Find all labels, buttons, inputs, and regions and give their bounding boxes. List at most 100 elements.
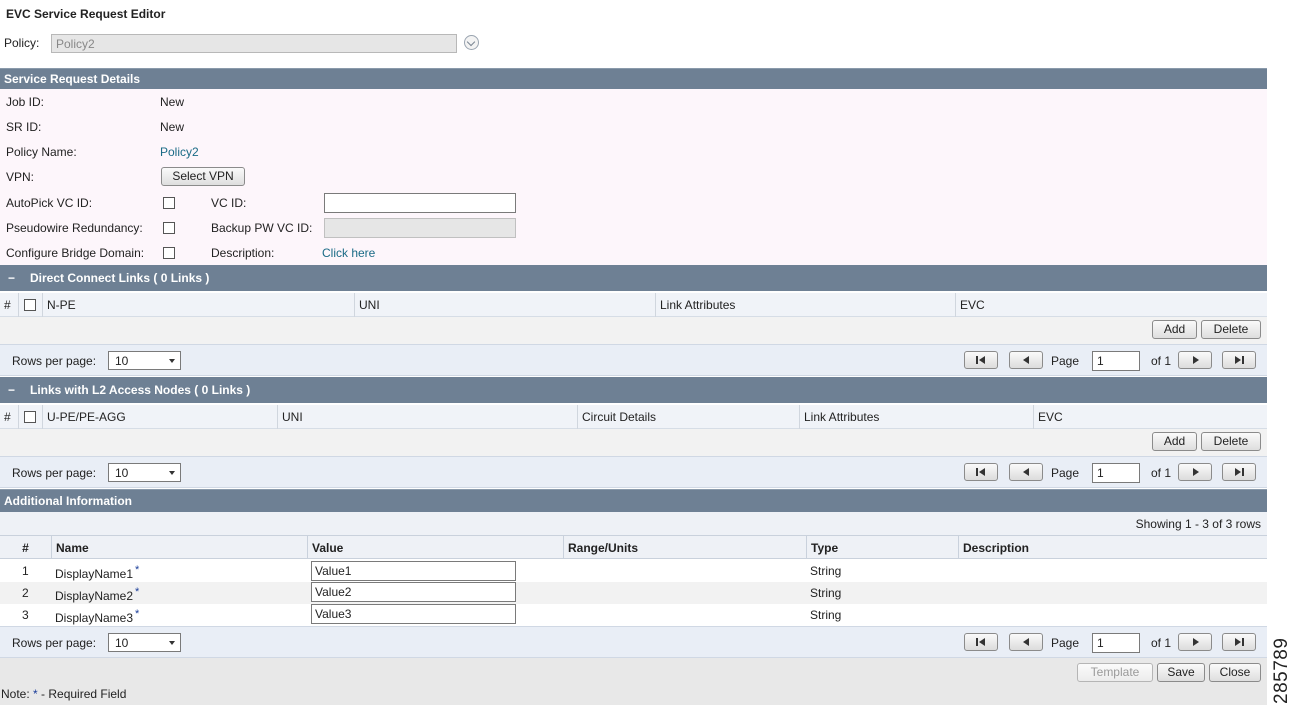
- rows-per-page-select[interactable]: 10: [108, 351, 181, 370]
- additional-information-status-bar: Showing 1 - 3 of 3 rows: [0, 512, 1267, 535]
- pseudowire-redundancy-checkbox[interactable]: [163, 222, 175, 234]
- next-page-button[interactable]: [1178, 463, 1212, 481]
- prev-page-button[interactable]: [1009, 351, 1043, 369]
- page-input[interactable]: 1: [1092, 463, 1140, 483]
- first-page-arrow: [979, 638, 985, 646]
- col-uni[interactable]: UNI: [277, 405, 577, 429]
- page-of-label: of 1: [1151, 354, 1172, 368]
- rows-per-page-select[interactable]: 10: [108, 633, 181, 652]
- first-page-button[interactable]: [964, 633, 998, 651]
- required-field-note: Note: * - Required Field: [1, 687, 126, 701]
- vpn-label: VPN:: [6, 170, 35, 184]
- col-uni[interactable]: UNI: [354, 293, 655, 317]
- first-page-button[interactable]: [964, 463, 998, 481]
- rows-per-page-label: Rows per page:: [12, 354, 97, 368]
- l2-access-pager: Rows per page: 10 Page 1 of 1: [0, 456, 1267, 488]
- col-evc[interactable]: EVC: [1033, 405, 1267, 429]
- add-button[interactable]: Add: [1152, 432, 1197, 451]
- col-type[interactable]: Type: [806, 536, 958, 559]
- row-type: String: [810, 608, 842, 622]
- table-row: 3 DisplayName3 * Value3 String: [0, 604, 1267, 626]
- template-button[interactable]: Template: [1077, 663, 1153, 682]
- description-label: Description:: [211, 246, 275, 260]
- job-id-value: New: [160, 95, 185, 109]
- direct-connect-links-header[interactable]: − Direct Connect Links ( 0 Links ): [0, 265, 1267, 291]
- required-marker: *: [135, 564, 140, 576]
- delete-button[interactable]: Delete: [1201, 320, 1261, 339]
- row-name-text: DisplayName3: [55, 611, 134, 625]
- last-page-button[interactable]: [1222, 633, 1256, 651]
- l2-access-links-header[interactable]: − Links with L2 Access Nodes ( 0 Links ): [0, 377, 1267, 403]
- configure-bridge-domain-label: Configure Bridge Domain:: [6, 246, 145, 260]
- select-all-checkbox[interactable]: [24, 299, 36, 311]
- additional-information-table-header: # Name Value Range/Units Type Descriptio…: [0, 535, 1267, 559]
- next-page-icon: [1193, 356, 1199, 364]
- l2-access-links-title: Links with L2 Access Nodes ( 0 Links ): [30, 383, 251, 397]
- vc-id-input[interactable]: [324, 193, 516, 213]
- col-link-attributes[interactable]: Link Attributes: [799, 405, 1033, 429]
- pseudowire-redundancy-label: Pseudowire Redundancy:: [6, 221, 143, 235]
- page-input[interactable]: 1: [1092, 351, 1140, 371]
- last-page-button[interactable]: [1222, 351, 1256, 369]
- service-request-details: Job ID: New SR ID: New Policy Name: Poli…: [0, 89, 1267, 265]
- page-input[interactable]: 1: [1092, 633, 1140, 653]
- page-label: Page: [1051, 636, 1080, 650]
- rows-per-page-select[interactable]: 10: [108, 463, 181, 482]
- first-page-button[interactable]: [964, 351, 998, 369]
- collapse-icon[interactable]: −: [8, 265, 30, 291]
- col-u-pe-pe-agg[interactable]: U-PE/PE-AGG: [42, 405, 277, 429]
- next-page-button[interactable]: [1178, 351, 1212, 369]
- close-button[interactable]: Close: [1209, 663, 1261, 682]
- table-row: 2 DisplayName2 * Value2 String: [0, 582, 1267, 604]
- window-title: EVC Service Request Editor: [6, 7, 166, 21]
- last-page-arrow: [1235, 356, 1241, 364]
- prev-page-button[interactable]: [1009, 463, 1043, 481]
- chevron-down-icon[interactable]: [464, 35, 479, 50]
- policy-select[interactable]: Policy2: [51, 34, 457, 53]
- value-input[interactable]: Value1: [311, 561, 516, 581]
- required-marker: *: [135, 586, 140, 598]
- col-evc[interactable]: EVC: [955, 293, 1267, 317]
- col-n-pe[interactable]: N-PE: [42, 293, 354, 317]
- row-number: 3: [22, 608, 29, 622]
- col-link-attributes[interactable]: Link Attributes: [655, 293, 955, 317]
- select-all-checkbox[interactable]: [24, 411, 36, 423]
- next-page-icon: [1193, 468, 1199, 476]
- last-page-icon: [1242, 356, 1244, 364]
- sr-id-value: New: [160, 120, 185, 134]
- policy-name-link[interactable]: Policy2: [160, 145, 199, 159]
- select-all-cell: [18, 293, 42, 317]
- first-page-arrow: [979, 356, 985, 364]
- row-number: 1: [22, 564, 29, 578]
- page-label: Page: [1051, 466, 1080, 480]
- last-page-icon: [1242, 638, 1244, 646]
- col-circuit-details[interactable]: Circuit Details: [577, 405, 799, 429]
- col-description[interactable]: Description: [958, 536, 1267, 559]
- col-range-units[interactable]: Range/Units: [563, 536, 806, 559]
- last-page-arrow: [1235, 638, 1241, 646]
- row-name-text: DisplayName2: [55, 589, 134, 603]
- col-number: #: [4, 298, 11, 312]
- backup-pw-vc-id-input[interactable]: [324, 218, 516, 238]
- collapse-icon[interactable]: −: [8, 377, 30, 403]
- direct-connect-button-bar: Add Delete: [0, 317, 1267, 344]
- col-value[interactable]: Value: [307, 536, 563, 559]
- value-input[interactable]: Value2: [311, 582, 516, 602]
- col-name[interactable]: Name: [51, 536, 307, 559]
- description-link[interactable]: Click here: [322, 246, 375, 260]
- value-input[interactable]: Value3: [311, 604, 516, 624]
- last-page-arrow: [1235, 468, 1241, 476]
- delete-button[interactable]: Delete: [1201, 432, 1261, 451]
- add-button[interactable]: Add: [1152, 320, 1197, 339]
- last-page-button[interactable]: [1222, 463, 1256, 481]
- next-page-button[interactable]: [1178, 633, 1212, 651]
- backup-pw-vc-id-label: Backup PW VC ID:: [211, 221, 313, 235]
- page-label: Page: [1051, 354, 1080, 368]
- select-vpn-button[interactable]: Select VPN: [161, 167, 245, 186]
- save-button[interactable]: Save: [1157, 663, 1205, 682]
- configure-bridge-domain-checkbox[interactable]: [163, 247, 175, 259]
- autopick-vc-id-checkbox[interactable]: [163, 197, 175, 209]
- row-type: String: [810, 564, 842, 578]
- row-number: 2: [22, 586, 29, 600]
- prev-page-button[interactable]: [1009, 633, 1043, 651]
